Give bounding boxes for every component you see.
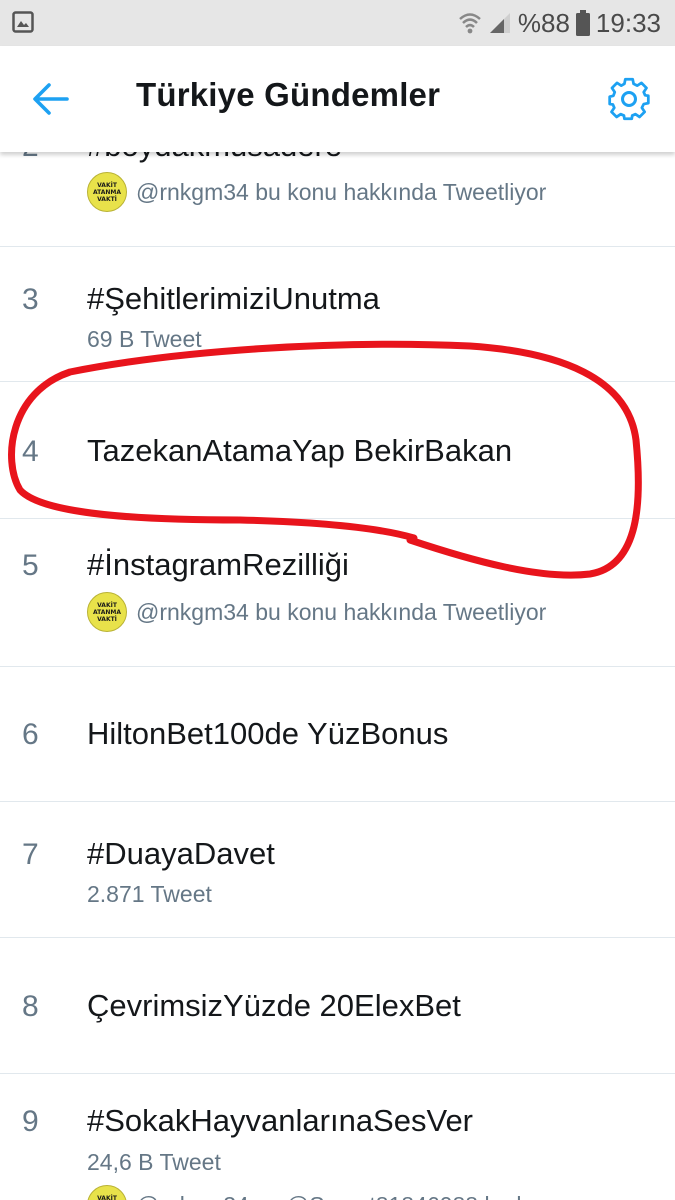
trend-row[interactable]: 7 #DuayaDavet 2.871 Tweet <box>0 801 675 937</box>
trend-context: VAKİTATANMAVAKTİ @rnkgm34 ve @Samet81846… <box>87 1185 566 1200</box>
trend-name[interactable]: ÇevrimsizYüzde 20ElexBet <box>87 988 461 1024</box>
gear-icon[interactable] <box>606 76 652 122</box>
trend-rank: 5 <box>22 549 39 582</box>
trend-name[interactable]: HiltonBet100de YüzBonus <box>87 716 448 752</box>
trend-name[interactable]: #ŞehitlerimiziUnutma <box>87 281 380 317</box>
trend-row[interactable]: 3 #ŞehitlerimiziUnutma 69 B Tweet <box>0 246 675 381</box>
trend-row[interactable]: 9 #SokakHayvanlarınaSesVer 24,6 B Tweet … <box>0 1073 675 1200</box>
app-bar: Türkiye Gündemler <box>0 46 675 152</box>
trend-rank: 3 <box>22 283 39 316</box>
trend-rank: 6 <box>22 718 39 751</box>
avatar: VAKİTATANMAVAKTİ <box>87 592 127 632</box>
avatar: VAKİTATANMAVAKTİ <box>87 172 127 212</box>
trend-row[interactable]: 8 ÇevrimsizYüzde 20ElexBet <box>0 937 675 1073</box>
trend-context: VAKİT ATANMA VAKTİ @rnkgm34 bu konu hakkın… <box>87 592 546 632</box>
tweet-count: 24,6 B Tweet <box>87 1149 221 1175</box>
context-text: @rnkgm34 bu konu hakkında Tweetliyor <box>136 598 547 625</box>
trend-row[interactable]: 5 #İnstagramRezilliği VAKİT ATANMA VAKTİ @… <box>0 518 675 666</box>
trend-row[interactable]: 4 TazekanAtamaYap BekirBakan <box>0 381 675 518</box>
tweet-count: 2.871 Tweet <box>87 881 212 907</box>
back-arrow-icon[interactable] <box>30 81 70 117</box>
trend-name[interactable]: #İnstagramRezilliği <box>87 547 349 583</box>
trends-list: 2 #boydakmusadere VAKİTATANMAVAKTİ @rnkg… <box>0 0 675 1200</box>
trend-rank: 9 <box>22 1105 39 1138</box>
trend-context: VAKİT ATANMA VAKTİ @rnkgm34 bu konu hakkın… <box>87 172 546 212</box>
trend-name[interactable]: #SokakHayvanlarınaSesVer <box>87 1103 473 1139</box>
context-text: @rnkgm34 ve @Samet81846088 bu konu <box>136 1192 566 1200</box>
trend-name[interactable]: TazekanAtamaYap BekirBakan <box>87 433 512 469</box>
tweet-count: 69 B Tweet <box>87 326 202 352</box>
trend-name[interactable]: #DuayaDavet <box>87 836 275 872</box>
trend-rank: 7 <box>22 838 39 871</box>
trend-row[interactable]: 6 HiltonBet100de YüzBonus <box>0 666 675 801</box>
avatar: VAKİTATANMAVAKTİ <box>87 1185 127 1200</box>
trend-rank: 4 <box>22 435 39 468</box>
trend-rank: 8 <box>22 990 39 1023</box>
context-text: @rnkgm34 bu konu hakkında Tweetliyor <box>136 178 547 205</box>
page-title: Türkiye Gündemler <box>136 76 441 113</box>
